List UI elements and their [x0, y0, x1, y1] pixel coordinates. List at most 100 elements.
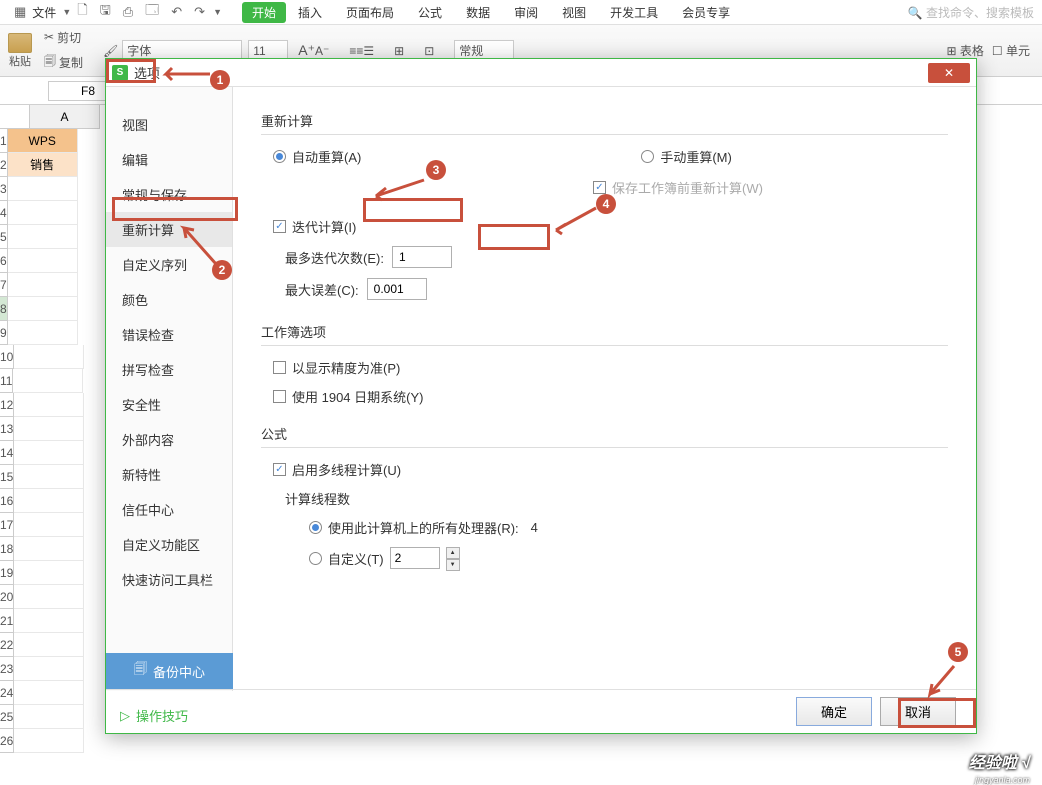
row-header[interactable]: 10	[0, 345, 14, 369]
cell[interactable]	[14, 561, 84, 585]
cell[interactable]	[8, 225, 78, 249]
checkbox-iterative[interactable]: 迭代计算(I)	[261, 217, 948, 236]
max-change-input[interactable]	[367, 278, 427, 300]
tab-data[interactable]: 数据	[454, 4, 502, 21]
tab-page-layout[interactable]: 页面布局	[334, 4, 406, 21]
row-header[interactable]: 17	[0, 513, 14, 537]
cell-a2[interactable]: 销售	[8, 153, 78, 177]
qat-open-icon[interactable]: ⎙	[117, 4, 139, 20]
cell[interactable]	[14, 345, 84, 369]
paste-button[interactable]: 粘贴	[4, 29, 36, 73]
cell[interactable]	[8, 177, 78, 201]
radio-manual-recalc[interactable]: 手动重算(M)	[641, 147, 732, 166]
row-header[interactable]: 14	[0, 441, 14, 465]
sidebar-item-spell-check[interactable]: 拼写检查	[106, 352, 232, 387]
dialog-titlebar[interactable]: S 选项 ✕	[106, 59, 976, 87]
row-header[interactable]: 18	[0, 537, 14, 561]
wrap-icon[interactable]: ⊡	[424, 44, 434, 58]
cell[interactable]	[14, 465, 84, 489]
row-header[interactable]: 7	[0, 273, 8, 297]
sidebar-item-recalc[interactable]: 重新计算	[106, 212, 232, 247]
sidebar-item-color[interactable]: 颜色	[106, 282, 232, 317]
row-header[interactable]: 2	[0, 153, 8, 177]
cell[interactable]	[13, 369, 83, 393]
row-header[interactable]: 19	[0, 561, 14, 585]
row-header[interactable]: 11	[0, 369, 13, 393]
cell[interactable]	[14, 489, 84, 513]
qat-undo-icon[interactable]: ↶	[165, 4, 188, 20]
row-header[interactable]: 4	[0, 201, 8, 225]
row-header[interactable]: 25	[0, 705, 14, 729]
ok-button[interactable]: 确定	[796, 697, 872, 726]
qat-save-icon[interactable]: 🖫	[94, 1, 117, 23]
tab-dev-tools[interactable]: 开发工具	[598, 4, 670, 21]
tab-start[interactable]: 开始	[242, 2, 286, 23]
radio-auto-recalc[interactable]: 自动重算(A)	[273, 147, 361, 166]
cell[interactable]	[14, 681, 84, 705]
align-icon[interactable]: ≡	[349, 44, 356, 58]
cell[interactable]	[14, 609, 84, 633]
sidebar-item-error-check[interactable]: 错误检查	[106, 317, 232, 352]
valign-icon[interactable]: ≡	[356, 44, 363, 58]
cell-a1[interactable]: WPS	[8, 129, 78, 153]
cell[interactable]	[8, 321, 78, 345]
cell[interactable]	[14, 657, 84, 681]
cell[interactable]	[8, 201, 78, 225]
indent-icon[interactable]: ☰	[363, 44, 374, 58]
search-input[interactable]: 🔍 查找命令、搜索模板	[908, 4, 1034, 21]
cut-button[interactable]: ✂ 剪切	[40, 27, 87, 48]
qat-new-icon[interactable]: 🗋	[71, 1, 93, 23]
spinner-up-icon[interactable]: ▲	[446, 547, 460, 559]
row-header[interactable]: 12	[0, 393, 14, 417]
file-menu[interactable]: 文件▼	[32, 4, 71, 21]
format-painter-icon[interactable]: 🖌	[99, 42, 122, 60]
row-header[interactable]: 21	[0, 609, 14, 633]
sidebar-item-general-save[interactable]: 常规与保存	[106, 177, 232, 212]
radio-custom-threads[interactable]: 自定义(T) ▲ ▼	[309, 547, 460, 569]
sidebar-item-qat[interactable]: 快速访问工具栏	[106, 562, 232, 597]
table-style-button[interactable]: ⊞ 表格	[946, 42, 983, 59]
cell[interactable]	[14, 393, 84, 417]
sidebar-item-security[interactable]: 安全性	[106, 387, 232, 422]
tab-view[interactable]: 视图	[550, 4, 598, 21]
tab-insert[interactable]: 插入	[286, 4, 334, 21]
row-header[interactable]: 5	[0, 225, 8, 249]
cell[interactable]	[8, 249, 78, 273]
radio-use-all-processors[interactable]: 使用此计算机上的所有处理器(R): 4	[309, 518, 538, 537]
sidebar-item-custom-ribbon[interactable]: 自定义功能区	[106, 527, 232, 562]
qat-redo-icon[interactable]: ↷	[188, 4, 211, 20]
cell[interactable]	[14, 585, 84, 609]
cell[interactable]	[14, 729, 84, 753]
row-header[interactable]: 15	[0, 465, 14, 489]
row-header[interactable]: 24	[0, 681, 14, 705]
cell[interactable]	[14, 537, 84, 561]
cell[interactable]	[14, 441, 84, 465]
custom-threads-input[interactable]	[390, 547, 440, 569]
tab-review[interactable]: 审阅	[502, 4, 550, 21]
sidebar-item-trust-center[interactable]: 信任中心	[106, 492, 232, 527]
row-header[interactable]: 3	[0, 177, 8, 201]
row-header[interactable]: 20	[0, 585, 14, 609]
sidebar-item-external[interactable]: 外部内容	[106, 422, 232, 457]
checkbox-precision[interactable]: 以显示精度为准(P)	[261, 358, 948, 377]
cell[interactable]	[14, 633, 84, 657]
row-header[interactable]: 23	[0, 657, 14, 681]
checkbox-multithread[interactable]: 启用多线程计算(U)	[261, 460, 948, 479]
spinner-down-icon[interactable]: ▼	[446, 559, 460, 571]
close-button[interactable]: ✕	[928, 63, 970, 83]
copy-button[interactable]: 🗐 复制	[40, 50, 87, 75]
sidebar-item-edit[interactable]: 编辑	[106, 142, 232, 177]
row-header[interactable]: 22	[0, 633, 14, 657]
decrease-font-icon[interactable]: A⁻	[315, 44, 329, 58]
merge-icon[interactable]: ⊞	[394, 44, 404, 58]
qat-more-icon[interactable]: ▼	[213, 7, 222, 17]
sidebar-item-new-features[interactable]: 新特性	[106, 457, 232, 492]
cell-style-button[interactable]: ☐ 单元	[992, 42, 1030, 59]
backup-center-button[interactable]: 🗐 备份中心	[106, 653, 233, 689]
cell[interactable]	[8, 297, 78, 321]
cell[interactable]	[14, 513, 84, 537]
spinner-buttons[interactable]: ▲ ▼	[446, 547, 460, 569]
row-header[interactable]: 9	[0, 321, 8, 345]
row-header[interactable]: 8	[0, 297, 8, 321]
tab-member[interactable]: 会员专享	[670, 4, 742, 21]
